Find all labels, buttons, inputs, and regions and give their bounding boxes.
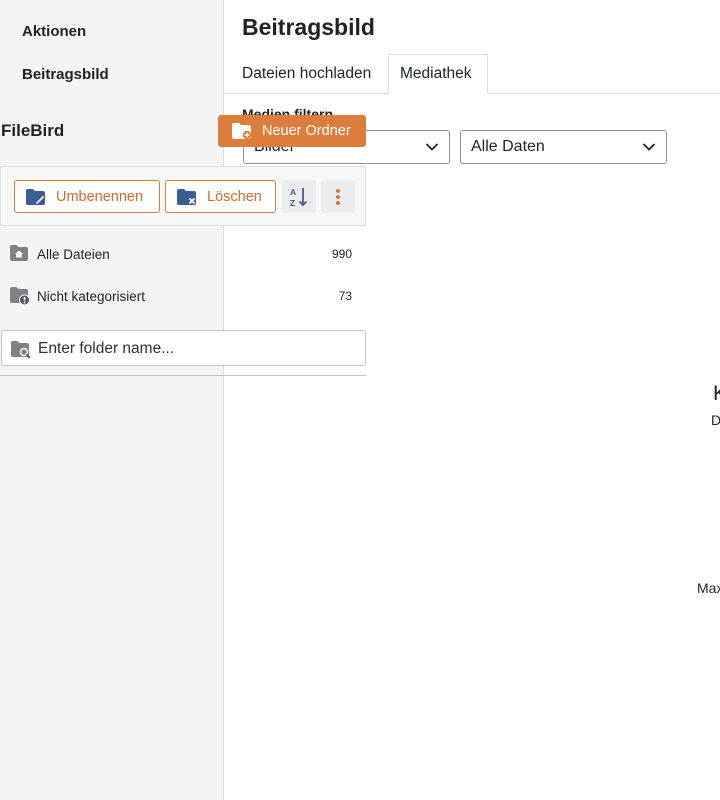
new-folder-button[interactable]: Neuer Ordner [218,115,366,147]
tab-upload-files[interactable]: Dateien hochladen [242,54,371,94]
modal-title: Beitragsbild [242,14,375,40]
filebird-title: FileBird [1,121,65,140]
more-options-button[interactable] [321,180,355,213]
folder-label: Alle Dateien [37,246,110,262]
menu-item-featured-image[interactable]: Beitragsbild [22,66,109,83]
max-upload-text-cut: Max [697,580,720,596]
delete-folder-button[interactable]: Löschen [165,180,276,213]
empty-state-text-cut: D [711,412,720,428]
folder-edit-icon [26,188,46,205]
rename-folder-button[interactable]: Umbenennen [14,180,160,213]
folder-label: Nicht kategorisiert [37,288,146,304]
rename-label: Umbenennen [56,188,144,205]
folder-toolbar: Umbenennen Löschen A Z [0,166,366,226]
tab-media-library[interactable]: Mediathek [388,54,488,94]
more-vertical-icon [336,188,340,205]
folder-item-uncategorized[interactable]: Nicht kategorisiert 73 [0,283,366,309]
svg-text:Z: Z [290,198,295,208]
chevron-down-icon [425,143,439,151]
sort-az-icon: A Z [290,187,308,208]
folder-search-input[interactable] [38,337,358,361]
folder-add-icon [232,123,252,140]
folder-search-field[interactable] [1,330,366,366]
menu-item-actions[interactable]: Aktionen [22,23,86,40]
date-filter-select-value: Alle Daten [471,138,545,155]
new-folder-label: Neuer Ordner [262,123,351,139]
svg-text:A: A [290,187,296,197]
folder-delete-icon [177,188,196,205]
folder-count: 990 [331,247,352,261]
folder-search-icon [11,341,31,358]
left-menu-column [0,0,224,800]
folder-alert-icon [10,287,30,306]
panel-divider [0,375,366,376]
delete-label: Löschen [207,188,262,205]
date-filter-select[interactable]: Alle Daten [460,130,667,164]
empty-state-heading-cut: K [713,382,720,406]
sort-az-button[interactable]: A Z [282,180,316,213]
chevron-down-icon [642,143,656,151]
folder-count: 73 [338,289,352,303]
folder-home-icon [10,245,28,261]
folder-item-all-files[interactable]: Alle Dateien 990 [0,241,366,267]
